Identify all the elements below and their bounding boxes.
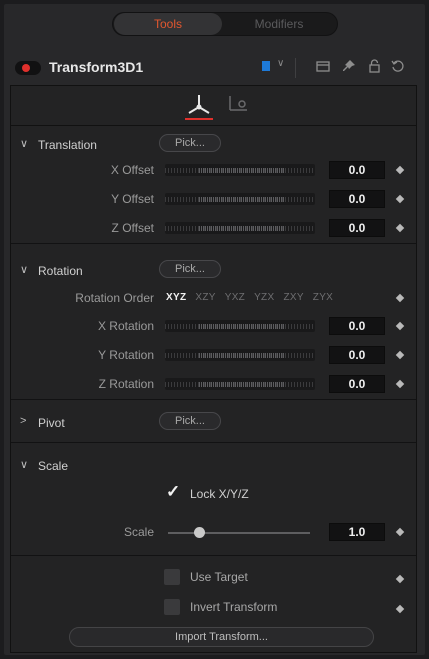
settings-icon [229,96,247,111]
z-offset-slider[interactable] [165,222,315,234]
param-label: Y Rotation [98,348,154,362]
invert-transform-label: Invert Transform [190,600,278,614]
tools-modifiers-switch: Tools Modifiers [112,12,338,36]
enabled-dot-icon [22,64,30,72]
param-label: X Offset [110,163,154,177]
chevron-down-icon[interactable]: ∨ [20,137,28,150]
z-offset-input[interactable]: 0.0 [329,219,385,237]
inspector-subtabs [11,86,416,126]
param-label: Z Offset [111,221,154,235]
chevron-down-icon[interactable]: ∨ [20,263,28,276]
param-label: Scale [123,525,154,539]
section-title: Scale [38,459,69,473]
keyframe-diamond-icon[interactable] [395,321,405,331]
pivot-section: > Pivot Pick... [11,400,416,443]
tab-settings[interactable] [227,94,253,114]
scale-input[interactable]: 1.0 [329,523,385,541]
z-rotation-input[interactable]: 0.0 [329,375,385,393]
scale-row: Scale 1.0 [11,522,416,544]
rotation-order-yxz[interactable]: YXZ [225,292,245,303]
reset-icon[interactable] [389,58,407,76]
param-label: Y Offset [111,192,154,206]
lock-xyz-label: Lock X/Y/Z [190,487,249,501]
param-label: Rotation Order [75,291,154,305]
window-icon[interactable] [314,58,332,76]
y-rotation-slider[interactable] [165,349,315,361]
section-title: Pivot [38,416,65,430]
tool-title-row: Transform3D1 ∨ [4,53,423,83]
pin-icon[interactable] [340,58,358,76]
rotation-order-xyz[interactable]: XYZ [166,292,186,303]
lock-xyz-checkbox[interactable]: ✓ [166,482,182,501]
x-offset-input[interactable]: 0.0 [329,161,385,179]
translation-pick-button[interactable]: Pick... [159,134,221,152]
divider [295,58,296,78]
use-target-checkbox[interactable] [164,569,180,585]
inspector-content: ∨ Translation Pick... X Offset 0.0 Y Off… [10,85,417,653]
x-rotation-slider[interactable] [165,320,315,332]
use-target-label: Use Target [190,570,248,584]
scale-section: ∨ Scale ✓ Lock X/Y/Z Scale 1.0 [11,443,416,556]
y-rotation-row: Y Rotation 0.0 [11,345,416,367]
active-tab-indicator [185,118,213,120]
x-offset-row: X Offset 0.0 [11,160,416,182]
translation-section: ∨ Translation Pick... X Offset 0.0 Y Off… [11,126,416,244]
tool-enable-toggle[interactable] [15,61,41,75]
y-offset-input[interactable]: 0.0 [329,190,385,208]
rotation-order-zxy[interactable]: ZXY [283,292,303,303]
check-icon: ✓ [166,482,181,501]
z-offset-row: Z Offset 0.0 [11,218,416,240]
tab-transform-3d[interactable] [185,93,213,120]
import-transform-button[interactable]: Import Transform... [69,627,374,647]
x-rotation-row: X Rotation 0.0 [11,316,416,338]
param-label: Z Rotation [98,377,154,391]
y-offset-slider[interactable] [165,193,315,205]
transform-3d-icon [188,95,210,114]
x-rotation-input[interactable]: 0.0 [329,317,385,335]
keyframe-diamond-icon[interactable] [395,223,405,233]
keyframe-diamond-icon[interactable] [395,574,405,584]
keyframe-diamond-icon[interactable] [395,194,405,204]
param-label: X Rotation [97,319,154,333]
keyframe-diamond-icon[interactable] [395,379,405,389]
keyframe-diamond-icon[interactable] [395,527,405,537]
rotation-pick-button[interactable]: Pick... [159,260,221,278]
z-rotation-slider[interactable] [165,378,315,390]
invert-transform-checkbox[interactable] [164,599,180,615]
keyframe-diamond-icon[interactable] [395,293,405,303]
inspector-panel: Tools Modifiers Transform3D1 ∨ ∨ Transla… [4,4,425,655]
section-title: Rotation [38,264,83,278]
rotation-order-xzy[interactable]: XZY [195,292,215,303]
scale-slider-track[interactable] [168,532,310,534]
z-rotation-row: Z Rotation 0.0 [11,374,416,396]
tab-modifiers[interactable]: Modifiers [225,13,333,35]
y-rotation-input[interactable]: 0.0 [329,346,385,364]
keyframe-diamond-icon[interactable] [395,350,405,360]
keyframe-diamond-icon[interactable] [395,165,405,175]
rotation-order-yzx[interactable]: YZX [254,292,274,303]
tool-name: Transform3D1 [49,59,144,75]
chevron-down-icon[interactable]: ∨ [277,58,284,69]
lock-icon[interactable] [365,58,383,76]
rotation-order-zyx[interactable]: ZYX [313,292,333,303]
y-offset-row: Y Offset 0.0 [11,189,416,211]
rotation-order-row: Rotation Order XYZ XZY YXZ YZX ZXY ZYX [11,288,416,310]
pivot-pick-button[interactable]: Pick... [159,412,221,430]
rotation-order-options: XYZ XZY YXZ YZX ZXY ZYX [166,292,342,303]
chevron-down-icon[interactable]: ∨ [20,458,28,471]
tab-tools[interactable]: Tools [114,13,222,35]
x-offset-slider[interactable] [165,164,315,176]
scale-slider-handle[interactable] [194,527,205,538]
chevron-right-icon[interactable]: > [20,415,26,427]
section-title: Translation [38,138,97,152]
keyframe-diamond-icon[interactable] [395,604,405,614]
tool-color-chip[interactable] [262,61,270,71]
rotation-section: ∨ Rotation Pick... Rotation Order XYZ XZY… [11,244,416,400]
